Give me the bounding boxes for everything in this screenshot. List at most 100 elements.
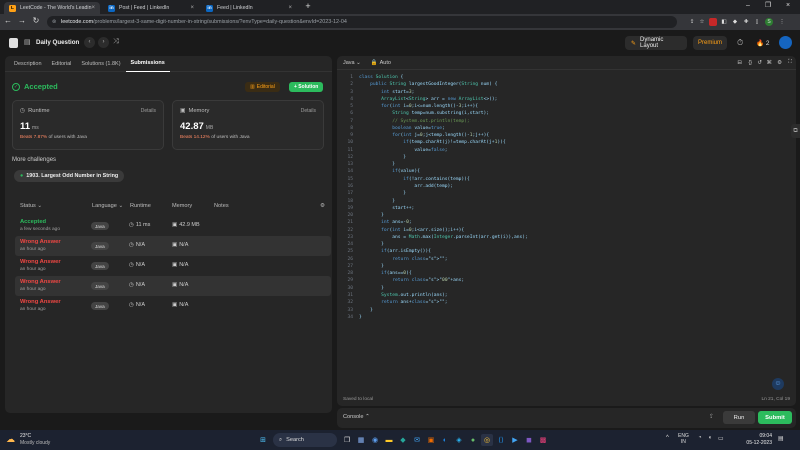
- user-avatar[interactable]: [779, 36, 792, 49]
- code-line[interactable]: }: [359, 241, 789, 248]
- console-toggle[interactable]: Console ⌃: [343, 414, 370, 420]
- shortcut-icon[interactable]: ⌘: [767, 60, 773, 66]
- back-button[interactable]: ←: [2, 16, 14, 25]
- new-tab-button[interactable]: +: [298, 0, 318, 12]
- app-icon[interactable]: ✉: [411, 434, 423, 446]
- fullscreen-icon[interactable]: ⛶: [788, 59, 792, 66]
- timer-icon[interactable]: ⏱: [737, 38, 743, 48]
- code-line[interactable]: }: [359, 161, 789, 168]
- code-line[interactable]: int ans=-0;: [359, 219, 789, 226]
- code-line[interactable]: return class="s">"00"+ans;: [359, 277, 789, 284]
- code-line[interactable]: start++;: [359, 205, 789, 212]
- challenge-chip[interactable]: ● 1903. Largest Odd Number in String: [14, 170, 125, 182]
- app-icon[interactable]: ●: [467, 434, 479, 446]
- weather-icon[interactable]: ☁: [6, 434, 15, 445]
- table-row[interactable]: Wrong Answer an hour ago Java ◷ N/A ▣ N/A: [15, 296, 331, 316]
- code-line[interactable]: value=false;: [359, 147, 789, 154]
- table-row[interactable]: Wrong Answer an hour ago Java ◷ N/A ▣ N/A: [15, 236, 331, 256]
- code-line[interactable]: public String largestGoodInteger(String …: [359, 81, 789, 88]
- code-line[interactable]: return ans+class="s">"";: [359, 299, 789, 306]
- code-line[interactable]: }: [359, 263, 789, 270]
- code-line[interactable]: if(arr.isEmpty()){: [359, 248, 789, 255]
- close-icon[interactable]: ×: [91, 5, 95, 11]
- code-line[interactable]: // System.out.println(temp);: [359, 118, 789, 125]
- add-solution-button[interactable]: + Solution: [289, 82, 324, 92]
- edge-icon[interactable]: ◐: [439, 434, 451, 446]
- memory-details-link[interactable]: Details: [301, 108, 316, 114]
- leetcode-logo[interactable]: [9, 38, 18, 48]
- extension-icon[interactable]: ◧: [720, 18, 728, 26]
- chrome-icon[interactable]: ◎: [481, 434, 493, 446]
- upload-icon[interactable]: ⇪: [709, 413, 714, 420]
- browser-tab-leetcode[interactable]: L LeetCode - The World's Leadin ×: [4, 2, 100, 14]
- run-button[interactable]: Run: [723, 411, 755, 424]
- code-line[interactable]: System.out.println(ans);: [359, 292, 789, 299]
- problem-list-icon[interactable]: ▤: [24, 38, 31, 46]
- extension-icon[interactable]: [709, 18, 717, 26]
- app-icon[interactable]: ◼: [523, 434, 535, 446]
- tab-solutions[interactable]: Solutions (1.8K): [76, 56, 125, 72]
- code-area[interactable]: class Solution { public String largestGo…: [359, 74, 789, 321]
- code-line[interactable]: if(ans==0){: [359, 270, 789, 277]
- code-line[interactable]: for(int i=0;i<arr.size();i++){: [359, 227, 789, 234]
- memory-card[interactable]: ▣ Memory Details 42.87 MB Beats 14.12% of …: [172, 100, 324, 150]
- reset-icon[interactable]: ↺: [757, 60, 762, 66]
- code-line[interactable]: }: [359, 190, 789, 197]
- code-line[interactable]: String temp=num.substring(i,start);: [359, 110, 789, 117]
- code-line[interactable]: ans = Math.max(Integer.parseInt(arr.get(…: [359, 234, 789, 241]
- code-line[interactable]: }: [359, 154, 789, 161]
- file-explorer-icon[interactable]: ▬: [383, 434, 395, 446]
- tab-description[interactable]: Description: [9, 56, 47, 72]
- reload-button[interactable]: ↻: [30, 16, 42, 25]
- battery-icon[interactable]: ▭: [718, 435, 724, 442]
- streak-counter[interactable]: 🔥 2: [756, 39, 770, 47]
- settings-gear-icon[interactable]: ⚙: [777, 60, 782, 66]
- bookmark-icon[interactable]: ⊟: [737, 60, 742, 66]
- url-input[interactable]: ⊜ leetcode.com/problems/largest-3-same-d…: [47, 16, 677, 28]
- site-info-icon[interactable]: ⊜: [52, 19, 56, 25]
- puzzle-icon[interactable]: ✚: [742, 18, 750, 26]
- app-icon[interactable]: ◈: [453, 434, 465, 446]
- browser-tab-linkedin-post[interactable]: in Post | Feed | LinkedIn ×: [103, 2, 199, 14]
- premium-button[interactable]: Premium: [693, 36, 727, 50]
- app-icon[interactable]: ◆: [397, 434, 409, 446]
- task-view-icon[interactable]: ❐: [341, 434, 353, 446]
- daily-question-title[interactable]: Daily Question: [36, 39, 79, 46]
- language-selector[interactable]: Java ⌄: [343, 60, 361, 66]
- notifications-icon[interactable]: ▤: [778, 435, 784, 442]
- code-line[interactable]: if(!arr.contains(temp)){: [359, 176, 789, 183]
- browser-tab-linkedin-feed[interactable]: in Feed | LinkedIn ×: [201, 2, 297, 14]
- input-language[interactable]: ENG IN: [678, 433, 689, 445]
- table-row[interactable]: Wrong Answer an hour ago Java ◷ N/A ▣ N/A: [15, 276, 331, 296]
- table-row[interactable]: Wrong Answer an hour ago Java ◷ N/A ▣ N/A: [15, 256, 331, 276]
- menu-kebab-icon[interactable]: ⋮: [778, 18, 786, 26]
- tab-editorial[interactable]: Editorial: [47, 56, 77, 72]
- submit-button[interactable]: Submit: [758, 411, 792, 424]
- code-line[interactable]: }: [359, 198, 789, 205]
- taskbar-search[interactable]: ⌕ Search: [273, 433, 337, 447]
- widgets-icon[interactable]: ▦: [355, 434, 367, 446]
- code-line[interactable]: }: [359, 212, 789, 219]
- runtime-details-link[interactable]: Details: [141, 108, 156, 114]
- col-language[interactable]: Language ⌄: [92, 203, 123, 209]
- code-line[interactable]: }: [359, 307, 789, 314]
- forward-button[interactable]: →: [16, 16, 28, 25]
- assistant-icon[interactable]: ☺: [772, 378, 784, 390]
- close-window-button[interactable]: ×: [778, 0, 798, 12]
- editorial-button[interactable]: ▥ Editorial: [245, 82, 280, 92]
- code-line[interactable]: ArrayList<String> arr = new ArrayList<>(…: [359, 96, 789, 103]
- prev-problem-button[interactable]: ‹: [84, 37, 95, 48]
- app-icon[interactable]: ▣: [425, 434, 437, 446]
- dynamic-layout-button[interactable]: ✎ Dynamic Layout: [625, 36, 687, 50]
- code-line[interactable]: if(value){: [359, 168, 789, 175]
- code-line[interactable]: int start=3;: [359, 89, 789, 96]
- share-icon[interactable]: ⇪: [688, 18, 696, 26]
- system-clock[interactable]: 09:04 05-12-2023: [742, 433, 772, 447]
- close-icon[interactable]: ×: [190, 5, 194, 11]
- code-line[interactable]: class Solution {: [359, 74, 789, 81]
- maximize-button[interactable]: ❐: [758, 0, 778, 12]
- windows-start-icon[interactable]: ⊞: [257, 434, 269, 446]
- wifi-icon[interactable]: ◔: [698, 435, 702, 441]
- close-icon[interactable]: ×: [288, 5, 292, 11]
- settings-gear-icon[interactable]: ⚙: [320, 203, 325, 209]
